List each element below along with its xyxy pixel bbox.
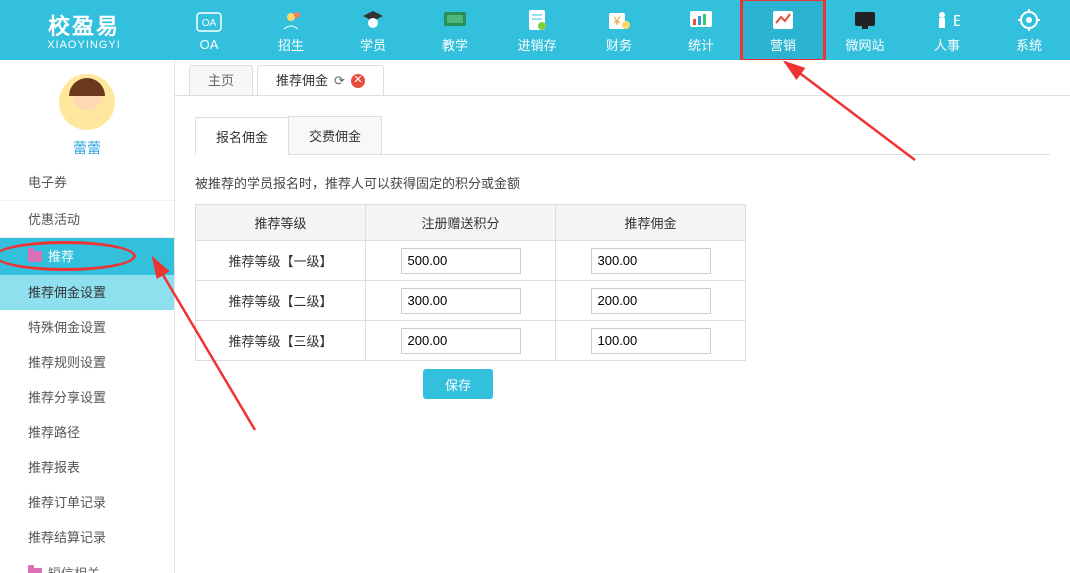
avatar[interactable] (59, 74, 115, 130)
hr-icon: E (933, 7, 961, 33)
sidebar-item-promo[interactable]: 优惠活动 (0, 201, 174, 238)
input-points-2[interactable] (401, 288, 521, 314)
recruit-icon (277, 7, 305, 33)
content: 主页 推荐佣金 ⟳ ✕ 报名佣金 交费佣金 被推荐的学员报名时，推荐人可以获得固… (175, 60, 1070, 573)
table-row: 推荐等级【二级】 (196, 281, 746, 321)
close-icon[interactable]: ✕ (351, 74, 365, 88)
finance-icon: ¥ (605, 7, 633, 33)
nav-hr[interactable]: E 人事 (906, 0, 988, 60)
nav-recruit[interactable]: 招生 (250, 0, 332, 60)
nav-microsite[interactable]: 微网站 (824, 0, 906, 60)
username[interactable]: 蕾蕾 (73, 138, 101, 158)
sidebar-sub-path[interactable]: 推荐路径 (0, 415, 174, 450)
nav-student[interactable]: 学员 (332, 0, 414, 60)
nav-oa[interactable]: OA OA (168, 0, 250, 60)
page-tabs: 主页 推荐佣金 ⟳ ✕ (175, 60, 1070, 96)
sidebar-sub-share[interactable]: 推荐分享设置 (0, 380, 174, 415)
save-button[interactable]: 保存 (423, 369, 493, 399)
sidebar-group-sms[interactable]: 短信相关 (0, 555, 174, 573)
oa-icon: OA (195, 9, 223, 35)
teaching-icon (441, 7, 469, 33)
sidebar-group-recommend[interactable]: 推荐 (0, 238, 174, 275)
cell-level-3: 推荐等级【三级】 (196, 321, 366, 361)
description: 被推荐的学员报名时，推荐人可以获得固定的积分或金额 (195, 173, 1050, 192)
logo: 校盈易 XIAOYINGYI (0, 0, 168, 60)
system-icon (1015, 7, 1043, 33)
nav-inventory[interactable]: 进销存 (496, 0, 578, 60)
sidebar-sub-special[interactable]: 特殊佣金设置 (0, 310, 174, 345)
sidebar-sub-commission[interactable]: 推荐佣金设置 (0, 275, 174, 310)
input-commission-1[interactable] (591, 248, 711, 274)
sidebar-item-ecoupon[interactable]: 电子券 (0, 164, 174, 201)
folder-icon (28, 251, 42, 262)
stats-icon (687, 7, 715, 33)
sidebar-sub-report[interactable]: 推荐报表 (0, 450, 174, 485)
subtab-payment[interactable]: 交费佣金 (288, 116, 382, 154)
table-row: 推荐等级【三级】 (196, 321, 746, 361)
top-nav: OA OA 招生 学员 教学 进销存 ¥ 财务 统计 营销 (168, 0, 1070, 60)
input-commission-3[interactable] (591, 328, 711, 354)
th-level: 推荐等级 (196, 205, 366, 241)
nav-marketing[interactable]: 营销 (742, 0, 824, 60)
input-commission-2[interactable] (591, 288, 711, 314)
inventory-icon (523, 7, 551, 33)
folder-icon (28, 568, 42, 573)
nav-finance[interactable]: ¥ 财务 (578, 0, 660, 60)
input-points-1[interactable] (401, 248, 521, 274)
tab-commission[interactable]: 推荐佣金 ⟳ ✕ (257, 65, 384, 95)
th-points: 注册赠送积分 (366, 205, 556, 241)
nav-stats[interactable]: 统计 (660, 0, 742, 60)
commission-table: 推荐等级 注册赠送积分 推荐佣金 推荐等级【一级】 推荐等级【二级】 推荐等级【… (195, 204, 746, 361)
th-commission: 推荐佣金 (556, 205, 746, 241)
nav-teaching[interactable]: 教学 (414, 0, 496, 60)
marketing-icon (769, 7, 797, 33)
sidebar: 蕾蕾 电子券 优惠活动 推荐 推荐佣金设置 特殊佣金设置 推荐规则设置 推荐分享… (0, 60, 175, 573)
sidebar-sub-orders[interactable]: 推荐订单记录 (0, 485, 174, 520)
sidebar-sub-settle[interactable]: 推荐结算记录 (0, 520, 174, 555)
sidebar-sub-rules[interactable]: 推荐规则设置 (0, 345, 174, 380)
svg-text:E: E (953, 13, 960, 30)
refresh-icon[interactable]: ⟳ (334, 66, 345, 96)
subtabs: 报名佣金 交费佣金 (195, 116, 1050, 155)
logo-cn: 校盈易 (48, 9, 120, 41)
cell-level-2: 推荐等级【二级】 (196, 281, 366, 321)
microsite-icon (851, 7, 879, 33)
subtab-signup[interactable]: 报名佣金 (195, 117, 289, 155)
tab-home[interactable]: 主页 (189, 65, 253, 95)
input-points-3[interactable] (401, 328, 521, 354)
logo-en: XIAOYINGYI (47, 39, 121, 51)
svg-text:¥: ¥ (613, 14, 621, 28)
svg-text:OA: OA (202, 18, 217, 29)
cell-level-1: 推荐等级【一级】 (196, 241, 366, 281)
student-icon (359, 7, 387, 33)
table-row: 推荐等级【一级】 (196, 241, 746, 281)
nav-system[interactable]: 系统 (988, 0, 1070, 60)
